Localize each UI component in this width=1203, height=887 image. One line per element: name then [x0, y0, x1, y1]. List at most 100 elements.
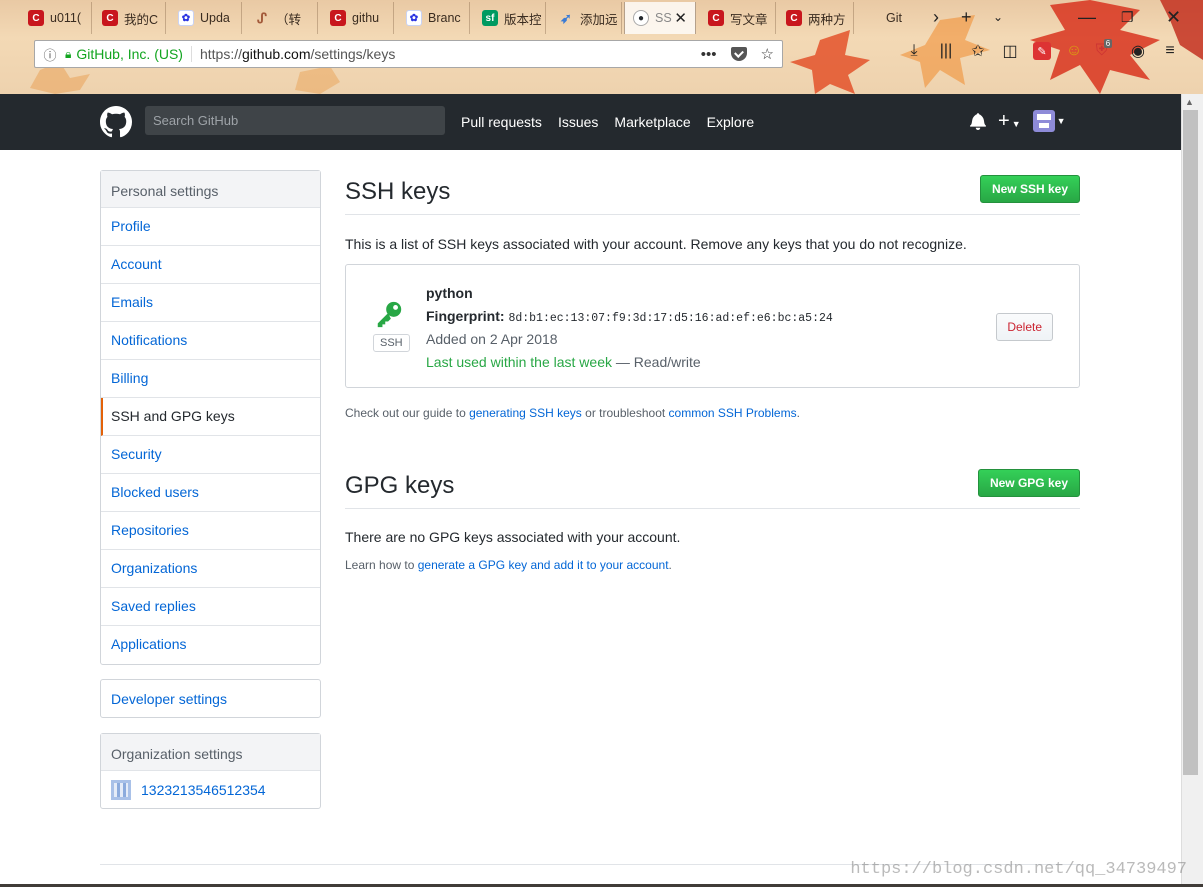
create-new-plus-icon[interactable]: + ▼	[998, 111, 1021, 131]
baidu-paw-icon: ✿	[178, 10, 194, 26]
site-identity[interactable]: GitHub, Inc. (US)	[76, 46, 192, 62]
key-title: python	[426, 285, 473, 301]
organization-link[interactable]: 1323213546512354	[141, 782, 266, 798]
tab-list-chevron-down-icon[interactable]: ⌄	[993, 6, 1003, 28]
sidebar-item-ssh-gpg-keys[interactable]: SSH and GPG keys	[101, 398, 320, 436]
url-text[interactable]: https://github.com/settings/keys	[192, 46, 395, 62]
nav-marketplace[interactable]: Marketplace	[614, 114, 690, 130]
library-icon[interactable]: |||	[937, 42, 955, 60]
browser-tab[interactable]: Cu011(	[20, 2, 92, 34]
new-gpg-key-button[interactable]: New GPG key	[977, 469, 1080, 497]
tab-scroll-right-icon[interactable]: ›	[933, 6, 939, 28]
delete-key-button[interactable]: Delete	[996, 313, 1053, 341]
key-added-date: Added on 2 Apr 2018	[426, 331, 558, 347]
generating-ssh-keys-link[interactable]: generating SSH keys	[469, 406, 582, 420]
nav-explore[interactable]: Explore	[707, 114, 754, 130]
nav-issues[interactable]: Issues	[558, 114, 598, 130]
gpg-keys-title: GPG keys	[345, 472, 455, 499]
ssh-keys-title: SSH keys	[345, 178, 451, 205]
tab-strip: Cu011( C 我的C ✿ Upda ᔑ （转 Cgithu ✿ Branc sf 版本…	[0, 0, 1203, 36]
header-nav: Pull requests Issues Marketplace Explore	[461, 114, 754, 130]
browser-tab[interactable]: C 我的C	[94, 2, 166, 34]
browser-tab[interactable]: C 写文章	[700, 2, 776, 34]
ssh-intro-text: This is a list of SSH keys associated wi…	[345, 236, 967, 252]
gpg-keys-section: GPG keys New GPG key There are no GPG ke…	[345, 464, 1080, 572]
ublock-shield-icon[interactable]: ⛨ 6	[1096, 38, 1115, 60]
sidebar-item-organizations[interactable]: Organizations	[101, 550, 320, 588]
bookmark-star-icon[interactable]: ☆	[761, 45, 774, 63]
sidebar-item-developer-settings[interactable]: Developer settings	[101, 680, 320, 718]
sidebar-item-blocked-users[interactable]: Blocked users	[101, 474, 320, 512]
browser-tab[interactable]: C 两种方	[778, 2, 854, 34]
synced-tabs-icon[interactable]: ✩	[969, 42, 987, 60]
emoji-extension-icon[interactable]: ☺	[1065, 42, 1083, 60]
sidebar-item-security[interactable]: Security	[101, 436, 320, 474]
search-input[interactable]	[145, 106, 445, 135]
organization-item[interactable]: 1323213546512354	[101, 771, 320, 808]
info-icon[interactable]: ⓘ	[35, 45, 65, 64]
browser-tab[interactable]: Git	[856, 2, 926, 34]
avatar	[1032, 110, 1055, 132]
csdn-icon: C	[28, 10, 44, 26]
browser-chrome: Cu011( C 我的C ✿ Upda ᔑ （转 Cgithu ✿ Branc sf 版本…	[0, 0, 1203, 94]
address-bar[interactable]: ⓘ 🔒︎ GitHub, Inc. (US) https://github.co…	[34, 40, 783, 68]
browser-tab[interactable]: sf 版本控	[474, 2, 546, 34]
new-tab-plus-icon[interactable]: +	[961, 6, 972, 28]
nav-pull-requests[interactable]: Pull requests	[461, 114, 542, 130]
sidebar-item-repositories[interactable]: Repositories	[101, 512, 320, 550]
sidebar-icon[interactable]: ◫	[1001, 42, 1019, 60]
main-content: SSH keys New SSH key This is a list of S…	[345, 170, 1080, 572]
ssh-badge: SSH	[373, 334, 410, 352]
lock-icon[interactable]: 🔒︎	[65, 47, 71, 62]
menu-heading: Personal settings	[101, 171, 320, 208]
browser-tab[interactable]: ✿ Branc	[398, 2, 470, 34]
pen-extension-icon[interactable]: ✎	[1033, 42, 1051, 60]
generate-gpg-key-link[interactable]: generate a GPG key and add it to your ac…	[418, 558, 669, 572]
download-icon[interactable]: ⤓	[905, 42, 923, 60]
segmentfault-icon: sf	[482, 10, 498, 26]
pocket-icon[interactable]	[730, 47, 747, 61]
baidu-paw-icon: ✿	[406, 10, 422, 26]
sidebar-item-profile[interactable]: Profile	[101, 208, 320, 246]
menu-heading: Organization settings	[101, 734, 320, 771]
key-icon	[377, 301, 402, 328]
sidebar-item-billing[interactable]: Billing	[101, 360, 320, 398]
ssh-keys-subhead: SSH keys New SSH key	[345, 170, 1080, 215]
csdn-icon: C	[708, 10, 724, 26]
restore-window-icon[interactable]: ❐	[1121, 6, 1134, 28]
browser-tab[interactable]: Cgithu	[322, 2, 394, 34]
sidebar-item-saved-replies[interactable]: Saved replies	[101, 588, 320, 626]
github-octocat-logo-icon[interactable]	[100, 106, 132, 138]
scrollbar-thumb[interactable]	[1183, 110, 1198, 775]
csdn-icon: C	[330, 10, 346, 26]
browser-tab-active[interactable]: ● SS ✕	[624, 2, 696, 34]
github-header: Pull requests Issues Marketplace Explore…	[0, 94, 1181, 150]
sidebar-item-notifications[interactable]: Notifications	[101, 322, 320, 360]
bell-icon[interactable]	[970, 112, 986, 130]
sidebar-item-emails[interactable]: Emails	[101, 284, 320, 322]
personal-settings-menu: Personal settings Profile Account Emails…	[100, 170, 321, 665]
new-ssh-key-button[interactable]: New SSH key	[979, 175, 1080, 203]
header-actions: + ▼ ▼	[970, 110, 1066, 132]
sidebar-item-applications[interactable]: Applications	[101, 626, 320, 664]
more-actions-icon[interactable]: •••	[701, 46, 717, 63]
user-menu[interactable]: ▼	[1032, 110, 1066, 132]
blank-page-icon	[864, 10, 880, 26]
scroll-up-arrow-icon[interactable]: ▲	[1185, 97, 1194, 107]
eye-extension-icon[interactable]: ◉	[1129, 42, 1147, 60]
chevron-down-icon: ▼	[1056, 116, 1066, 126]
browser-tab[interactable]: ➶ 添加远	[550, 2, 622, 34]
gpg-empty-text: There are no GPG keys associated with yo…	[345, 529, 681, 545]
browser-tab[interactable]: ᔑ （转	[246, 2, 318, 34]
key-fingerprint: Fingerprint: 8d:b1:ec:13:07:f9:3d:17:d5:…	[426, 308, 833, 325]
site-logo-icon: ᔑ	[257, 9, 267, 26]
close-window-icon[interactable]: ✕	[1166, 6, 1181, 28]
watermark: https://blog.csdn.net/qq_34739497	[850, 860, 1187, 879]
minimize-window-icon[interactable]: —	[1078, 6, 1096, 28]
close-tab-icon[interactable]: ✕	[674, 9, 687, 27]
sidebar-item-account[interactable]: Account	[101, 246, 320, 284]
menu-hamburger-icon[interactable]: ≡	[1161, 42, 1179, 60]
browser-tab[interactable]: ✿ Upda	[170, 2, 242, 34]
ssh-key-item: SSH python Fingerprint: 8d:b1:ec:13:07:f…	[345, 264, 1080, 388]
common-ssh-problems-link[interactable]: common SSH Problems	[669, 406, 797, 420]
